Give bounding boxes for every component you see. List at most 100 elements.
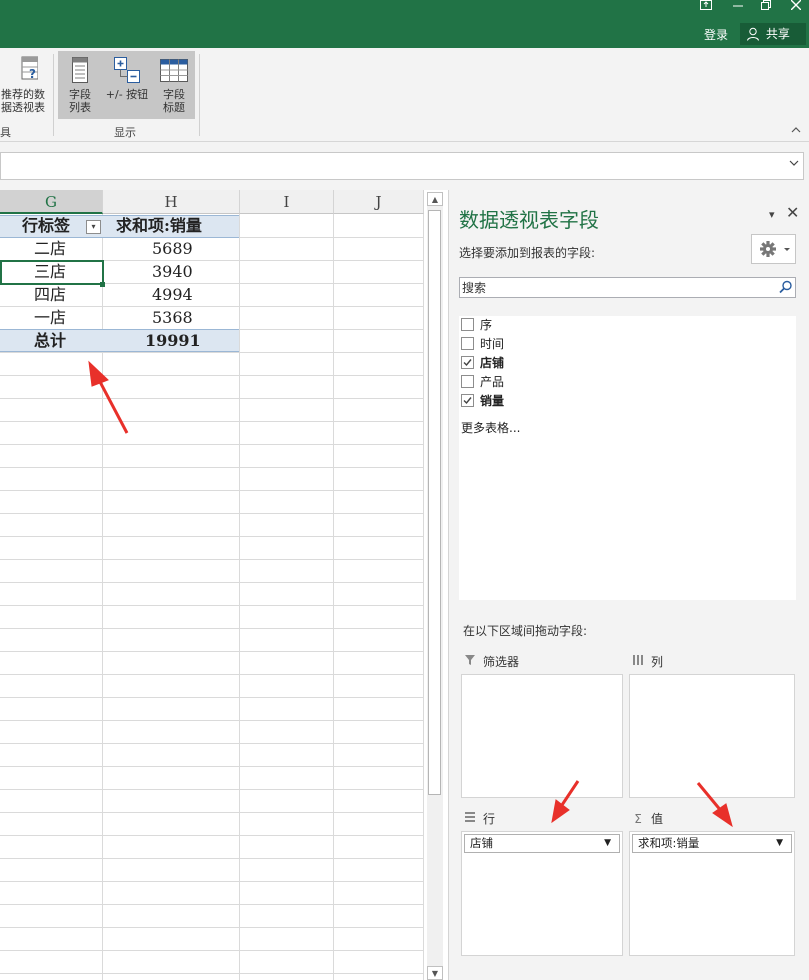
active-cell-selection [0, 260, 104, 285]
grid-row-line [0, 789, 424, 790]
column-header-j[interactable]: J [334, 190, 424, 214]
column-header-h[interactable]: H [103, 190, 240, 214]
checkbox-unchecked-icon[interactable] [461, 337, 474, 350]
pane-title: 数据透视表字段 [459, 208, 599, 232]
formula-input[interactable] [0, 152, 804, 180]
grid-row-line [0, 628, 424, 629]
ribbon-separator [53, 54, 54, 136]
grid-row-line [0, 904, 424, 905]
scroll-thumb[interactable] [428, 210, 441, 795]
scroll-up-icon[interactable]: ▲ [427, 192, 443, 206]
checkbox-checked-icon[interactable] [461, 394, 474, 407]
rows-area-header: 行 [463, 810, 495, 830]
grid-row-line [0, 766, 424, 767]
field-headers-button[interactable]: 字段 标题 [155, 56, 193, 114]
dropdown-caret-icon[interactable]: ▼ [604, 835, 611, 852]
grid-row-line [0, 881, 424, 882]
field-search-input[interactable] [460, 278, 770, 297]
row-label-cell[interactable]: 一店 [34, 307, 66, 329]
row-label-cell[interactable]: 二店 [34, 238, 66, 260]
close-pane-icon[interactable]: ✕ [786, 203, 799, 222]
drag-fields-hint: 在以下区域间拖动字段: [463, 624, 588, 638]
fill-handle[interactable] [100, 282, 105, 287]
expand-formula-bar-icon[interactable] [789, 159, 799, 170]
values-field-sum-sales[interactable]: 求和项:销量 ▼ [632, 834, 792, 853]
checkbox-checked-icon[interactable] [461, 356, 474, 369]
field-headers-icon [160, 59, 188, 82]
grid-row-line [0, 651, 424, 652]
filters-drop-area[interactable] [461, 674, 623, 798]
value-cell[interactable]: 3940 [152, 261, 193, 283]
tools-dropdown-button[interactable] [751, 234, 796, 264]
grid-row-line [0, 398, 424, 399]
grid-row-line [0, 858, 424, 859]
grid-row-line [0, 352, 424, 353]
share-button[interactable]: 共享 [740, 23, 806, 45]
recommended-pivot-label-1: 推荐的数 [1, 88, 45, 101]
minimize-icon[interactable] [728, 0, 748, 14]
ribbon-display-options-icon[interactable] [696, 0, 716, 14]
rows-icon [463, 811, 477, 826]
recommended-pivot-icon: ? [21, 56, 38, 81]
values-drop-area[interactable]: 求和项:销量 ▼ [629, 831, 795, 956]
sigma-icon: Σ [634, 812, 642, 826]
row-labels-filter-button[interactable]: ▾ [86, 220, 101, 234]
filters-area-header: 筛选器 [463, 653, 519, 673]
value-cell[interactable]: 4994 [152, 284, 193, 306]
rows-drop-area[interactable]: 店铺 ▼ [461, 831, 623, 956]
pane-subtitle: 选择要添加到报表的字段: [459, 246, 596, 260]
field-item-time[interactable]: 时间 [461, 335, 504, 353]
grid-row-line [0, 674, 424, 675]
more-tables-link[interactable]: 更多表格... [461, 419, 520, 436]
scroll-down-icon[interactable]: ▼ [427, 966, 443, 980]
title-bar: 登录 共享 [0, 0, 809, 48]
share-label: 共享 [765, 27, 790, 41]
value-cell[interactable]: 5689 [152, 238, 193, 260]
show-group-label: 显示 [114, 126, 136, 139]
plus-minus-icon [114, 57, 140, 83]
field-headers-label-2: 标题 [163, 101, 185, 114]
tools-group-label: 具 [0, 126, 11, 139]
grid-row-line [0, 973, 424, 974]
close-window-icon[interactable] [786, 0, 806, 14]
value-header[interactable]: 求和项:销量 [116, 215, 202, 237]
value-cell[interactable]: 5368 [152, 307, 193, 329]
restore-icon[interactable] [756, 0, 776, 14]
field-item-sales[interactable]: 销量 [461, 392, 504, 410]
field-list-label-2: 列表 [69, 101, 91, 114]
row-label-cell[interactable]: 四店 [34, 284, 66, 306]
checkbox-unchecked-icon[interactable] [461, 375, 474, 388]
filter-icon [463, 654, 477, 669]
dropdown-caret-icon[interactable]: ▼ [776, 835, 783, 852]
rows-field-store[interactable]: 店铺 ▼ [464, 834, 620, 853]
total-label-cell[interactable]: 总计 [34, 330, 66, 352]
recommended-pivot-label-2: 据透视表 [1, 101, 45, 114]
grid-row-line [0, 835, 424, 836]
grid-row-line [0, 582, 424, 583]
column-header-g[interactable]: G [0, 190, 103, 214]
row-labels-header[interactable]: 行标签 [22, 215, 70, 237]
plus-minus-button[interactable]: +/- 按钮 [100, 56, 154, 101]
login-link[interactable]: 登录 [704, 26, 728, 43]
recommended-pivot-button[interactable]: ? 推荐的数 据透视表 [0, 54, 48, 114]
field-list-button[interactable]: 字段 列表 [62, 56, 98, 114]
column-header-i[interactable]: I [240, 190, 334, 214]
field-item-product[interactable]: 产品 [461, 373, 504, 391]
checkbox-unchecked-icon[interactable] [461, 318, 474, 331]
grid-row-line [0, 490, 424, 491]
total-value-cell[interactable]: 19991 [145, 330, 201, 352]
grid-row-line [0, 536, 424, 537]
field-search[interactable] [459, 277, 796, 298]
search-icon[interactable] [779, 280, 793, 294]
grid-row-line [0, 513, 424, 514]
pane-options-icon[interactable]: ▾ [769, 208, 775, 221]
worksheet-grid[interactable]: G H I J 行标签 ▾ 求和项:销量 二店 5689 三店 3940 四店 … [0, 190, 424, 980]
vertical-scrollbar[interactable]: ▲ ▼ [427, 192, 443, 980]
pivot-fields-pane: 数据透视表字段 ▾ ✕ 选择要添加到报表的字段: 搜索 序 时间 店铺 产品 销… [448, 190, 809, 980]
field-item-store[interactable]: 店铺 [461, 354, 504, 372]
grid-row-line [0, 720, 424, 721]
grid-row-line [0, 812, 424, 813]
columns-drop-area[interactable] [629, 674, 795, 798]
collapse-ribbon-icon[interactable] [791, 126, 801, 137]
field-item-xu[interactable]: 序 [461, 316, 492, 334]
